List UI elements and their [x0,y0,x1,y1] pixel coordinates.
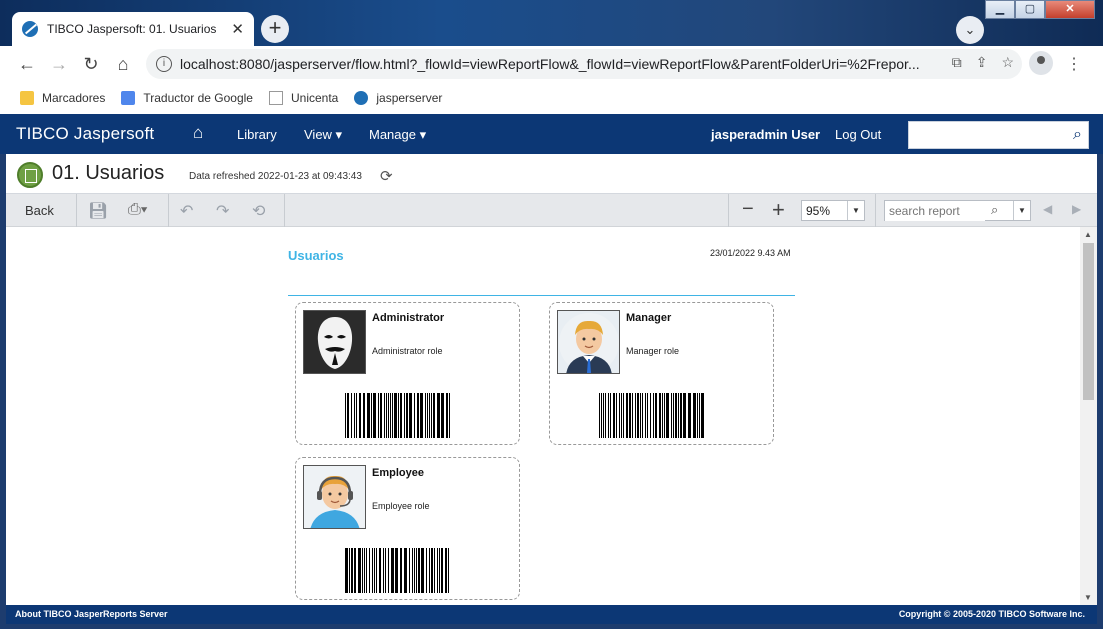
jaspersoft-icon [354,91,369,105]
report-search-field[interactable]: ⌕ ▼ [884,200,1031,221]
folder-icon [20,91,34,105]
user-role-label: Administrator role [372,346,443,356]
manager-avatar-icon [559,313,619,373]
undo-all-icon[interactable]: ⟲ [252,201,265,221]
scroll-down-icon[interactable]: ▼ [1084,593,1092,602]
report-heading: Usuarios [288,248,344,263]
mask-avatar-icon [304,311,365,373]
bookmark-marcadores[interactable]: Marcadores [20,91,105,105]
window-close-button[interactable]: ✕ [1045,0,1095,19]
menu-library[interactable]: Library [237,127,277,142]
barcode [343,393,453,438]
user-name-label: Manager [626,312,672,324]
data-refreshed-text: Data refreshed 2022-01-23 at 09:43:43 [189,171,362,182]
employee-avatar-icon [305,468,365,528]
user-name-label: Employee [372,467,424,479]
user-name[interactable]: jasperadmin User [711,127,820,142]
toolbar-divider [728,194,729,227]
brand-logo[interactable]: TIBCO Jaspersoft [16,124,154,144]
search-icon[interactable]: ⌕ [991,202,998,218]
global-search-input[interactable]: ⌕ [908,121,1089,149]
scroll-up-icon[interactable]: ▲ [1084,230,1092,239]
user-photo [303,310,366,374]
translate-icon[interactable]: ⧉ [952,54,962,71]
browser-menu-icon[interactable]: ⋮ [1066,54,1082,74]
barcode [343,548,453,593]
user-photo [557,310,620,374]
bookmarks-bar: Marcadores Traductor de Google Unicenta … [0,82,1103,114]
jaspersoft-favicon-icon [22,21,38,37]
export-icon[interactable]: ⎙▾ [128,201,148,219]
logout-link[interactable]: Log Out [835,127,881,142]
toolbar-divider [76,194,77,227]
bookmark-unicenta[interactable]: Unicenta [268,91,338,105]
maximize-button[interactable]: ▢ [1015,0,1045,19]
toolbar-divider [284,194,285,227]
menu-view[interactable]: View ▾ [304,127,342,143]
user-role-label: Employee role [372,501,430,511]
user-role-label: Manager role [626,346,680,356]
profile-avatar-icon[interactable] [1029,51,1053,75]
bookmark-traductor[interactable]: Traductor de Google [121,91,253,105]
chevron-down-icon[interactable]: ▼ [847,201,864,220]
zoom-out-icon[interactable]: − [742,198,754,221]
menu-manage[interactable]: Manage ▾ [369,127,426,143]
about-link[interactable]: About TIBCO JasperReports Server [15,609,168,619]
user-photo [303,465,366,529]
user-card: Administrator Administrator role [295,302,520,445]
forward-arrow-icon[interactable]: → [47,52,71,76]
url-text[interactable]: localhost:8080/jasperserver/flow.html?_f… [180,56,920,72]
report-title: 01. Usuarios [52,162,165,184]
copyright-text: Copyright © 2005-2020 TIBCO Software Inc… [898,609,1085,619]
user-card: Employee Employee role [295,457,520,600]
previous-page-icon[interactable]: ◀ [1043,202,1052,216]
browser-tabstrip: TIBCO Jaspersoft: 01. Usuarios ✕ + ⌄ ▁ ▢… [0,0,1103,46]
chevron-down-icon[interactable]: ▼ [1013,201,1030,220]
minimize-button[interactable]: ▁ [985,0,1015,19]
app-footer: About TIBCO JasperReports Server Copyrig… [6,605,1097,624]
site-info-icon[interactable]: i [156,56,172,72]
save-icon[interactable]: 💾︎ [88,201,108,221]
home-icon[interactable]: ⌂ [111,52,135,76]
browser-toolbar: ← → ↻ ⌂ i localhost:8080/jasperserver/fl… [0,46,1103,82]
bookmark-jasperserver[interactable]: jasperserver [354,91,442,105]
bookmark-star-icon[interactable]: ☆ [1001,54,1014,71]
toolbar-divider [875,194,876,227]
back-arrow-icon[interactable]: ← [15,52,39,76]
refresh-icon[interactable]: ⟳ [380,167,393,185]
reload-icon[interactable]: ↻ [79,52,103,76]
user-card: Manager Manager role [549,302,774,445]
report-title-bar: 01. Usuarios Data refreshed 2022-01-23 a… [6,154,1097,194]
share-icon[interactable]: ⇪ [976,54,988,71]
search-icon[interactable]: ⌕ [1073,126,1082,144]
report-search-input[interactable] [885,201,985,221]
report-viewport: Usuarios 23/01/2022 9.43 AM Administrato… [6,227,1097,605]
new-tab-button[interactable]: + [261,15,289,43]
home-icon[interactable]: ⌂ [193,123,203,143]
browser-tab[interactable]: TIBCO Jaspersoft: 01. Usuarios ✕ [12,12,254,46]
address-bar[interactable]: i localhost:8080/jasperserver/flow.html?… [146,49,1022,79]
undo-icon[interactable]: ↶ [180,201,193,221]
window-controls: ▁ ▢ ✕ [985,0,1095,19]
app-header: TIBCO Jaspersoft ⌂ Library View ▾ Manage… [0,114,1103,154]
toolbar-divider [168,194,169,227]
vertical-scrollbar[interactable]: ▲ ▼ [1080,227,1097,605]
heading-divider [288,295,795,296]
report-icon [17,162,43,188]
redo-icon[interactable]: ↷ [216,201,229,221]
document-icon [268,91,283,105]
scrollbar-thumb[interactable] [1083,243,1094,400]
back-button[interactable]: Back [25,203,54,218]
zoom-in-icon[interactable]: + [772,197,785,223]
next-page-icon[interactable]: ▶ [1072,202,1081,216]
tab-title: TIBCO Jaspersoft: 01. Usuarios [47,22,217,36]
tab-close-icon[interactable]: ✕ [231,20,244,38]
tab-search-chevron-icon[interactable]: ⌄ [956,16,984,44]
zoom-select[interactable]: 95% ▼ [801,200,865,221]
google-translate-icon [121,91,136,105]
barcode [597,393,707,438]
user-name-label: Administrator [372,312,445,324]
report-toolbar: Back 💾︎ ⎙▾ ↶ ↷ ⟲ − + 95% ▼ ⌕ ▼ ◀ ▶ [6,194,1097,227]
report-date: 23/01/2022 9.43 AM [710,248,791,258]
